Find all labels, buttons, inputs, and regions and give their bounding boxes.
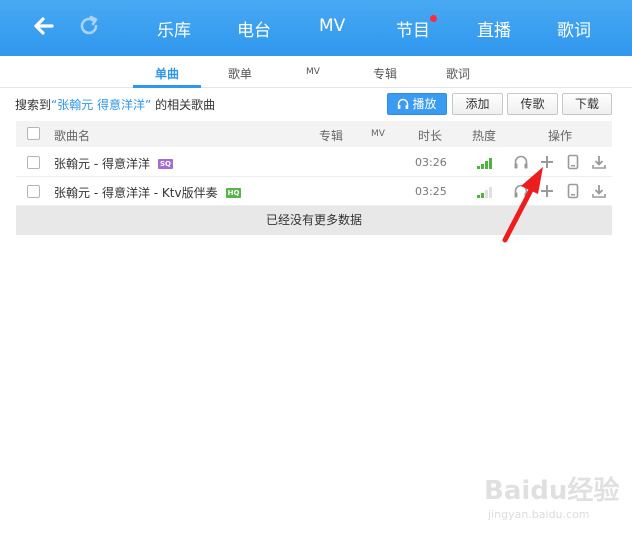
summary-prefix: 搜索到 (15, 98, 52, 112)
baidu-watermark-logo: Baidu经验 (484, 476, 620, 506)
table-row[interactable]: 张翰元 - 得意洋洋 SQ 03:26 (16, 148, 612, 177)
active-tab-indicator (133, 85, 201, 88)
send-to-device-icon[interactable] (565, 183, 581, 199)
column-header-duration: 时长 (418, 129, 443, 143)
song-title[interactable]: 张翰元 - 得意洋洋 - Ktv版伴奏 HQ (54, 184, 242, 201)
quality-badge: HQ (225, 188, 242, 198)
tab-lyrics[interactable]: 歌词 (446, 65, 470, 82)
heat-bar (485, 190, 488, 198)
summary-suffix: 的相关歌曲 (155, 98, 216, 112)
select-all-checkbox[interactable] (27, 127, 40, 140)
table-header: 歌曲名 专辑 MV 时长 热度 操作 (16, 121, 612, 147)
add-to-list-plus-icon[interactable] (539, 154, 555, 170)
heat-bar (489, 158, 492, 169)
nav-item-library[interactable]: 乐库 (157, 16, 191, 41)
nav-item-programs[interactable]: 节目 (396, 16, 430, 41)
headphones-icon (398, 98, 409, 109)
summary-keyword: “张翰元 得意洋洋” (51, 98, 152, 112)
play-button-label: 播放 (412, 97, 437, 111)
notification-dot (430, 15, 437, 22)
heat-bar (477, 166, 480, 169)
column-header-actions: 操作 (548, 129, 573, 143)
tab-albums[interactable]: 专辑 (373, 65, 397, 82)
add-button[interactable]: 添加 (452, 93, 503, 115)
heat-bar (481, 193, 484, 198)
nav-item-live[interactable]: 直播 (477, 16, 511, 41)
heat-bar (485, 161, 488, 169)
top-nav-bar: 乐库 电台 MV 节目 直播 歌词 (0, 0, 632, 56)
download-icon[interactable] (591, 154, 607, 170)
nav-item-radio[interactable]: 电台 (237, 16, 271, 41)
column-header-heat: 热度 (472, 129, 497, 143)
heat-bar (477, 195, 480, 198)
table-row[interactable]: 张翰元 - 得意洋洋 - Ktv版伴奏 HQ 03:25 (16, 177, 612, 206)
nav-item-lyrics[interactable]: 歌词 (557, 16, 591, 41)
song-duration: 03:26 (415, 156, 447, 169)
nav-item-mv[interactable]: MV (319, 16, 345, 40)
tab-mv[interactable]: MV (306, 67, 320, 77)
song-duration: 03:25 (415, 185, 447, 198)
download-button[interactable]: 下载 (562, 93, 612, 115)
listen-headphones-icon[interactable] (513, 154, 529, 170)
song-title-text: 张翰元 - 得意洋洋 (54, 157, 150, 171)
quality-badge: SQ (157, 159, 173, 169)
upload-song-button[interactable]: 传歌 (507, 93, 558, 115)
send-to-device-icon[interactable] (565, 154, 581, 170)
play-button[interactable]: 播放 (387, 93, 447, 115)
column-header-name: 歌曲名 (54, 129, 91, 143)
result-tabs: 单曲 歌单 MV 专辑 歌词 (0, 57, 632, 88)
listen-headphones-icon[interactable] (513, 183, 529, 199)
watermark-url: jingyan.baidu.com (488, 508, 590, 521)
row-checkbox[interactable] (27, 156, 40, 169)
search-summary: 搜索到“张翰元 得意洋洋” 的相关歌曲 (15, 96, 215, 113)
heat-meter (477, 158, 495, 169)
heat-bar (489, 187, 492, 198)
song-title-text: 张翰元 - 得意洋洋 - Ktv版伴奏 (54, 186, 218, 200)
add-to-list-plus-icon[interactable] (539, 183, 555, 199)
refresh-icon[interactable] (76, 13, 102, 39)
row-checkbox[interactable] (27, 185, 40, 198)
tab-playlists[interactable]: 歌单 (228, 65, 252, 82)
song-title[interactable]: 张翰元 - 得意洋洋 SQ (54, 155, 173, 172)
tab-songs[interactable]: 单曲 (155, 65, 179, 82)
heat-meter (477, 187, 495, 198)
no-more-data-bar: 已经没有更多数据 (16, 206, 612, 235)
column-header-mv: MV (371, 129, 385, 139)
heat-bar (481, 164, 484, 169)
column-header-album: 专辑 (319, 129, 344, 143)
download-icon[interactable] (591, 183, 607, 199)
back-arrow-icon[interactable] (31, 13, 57, 39)
